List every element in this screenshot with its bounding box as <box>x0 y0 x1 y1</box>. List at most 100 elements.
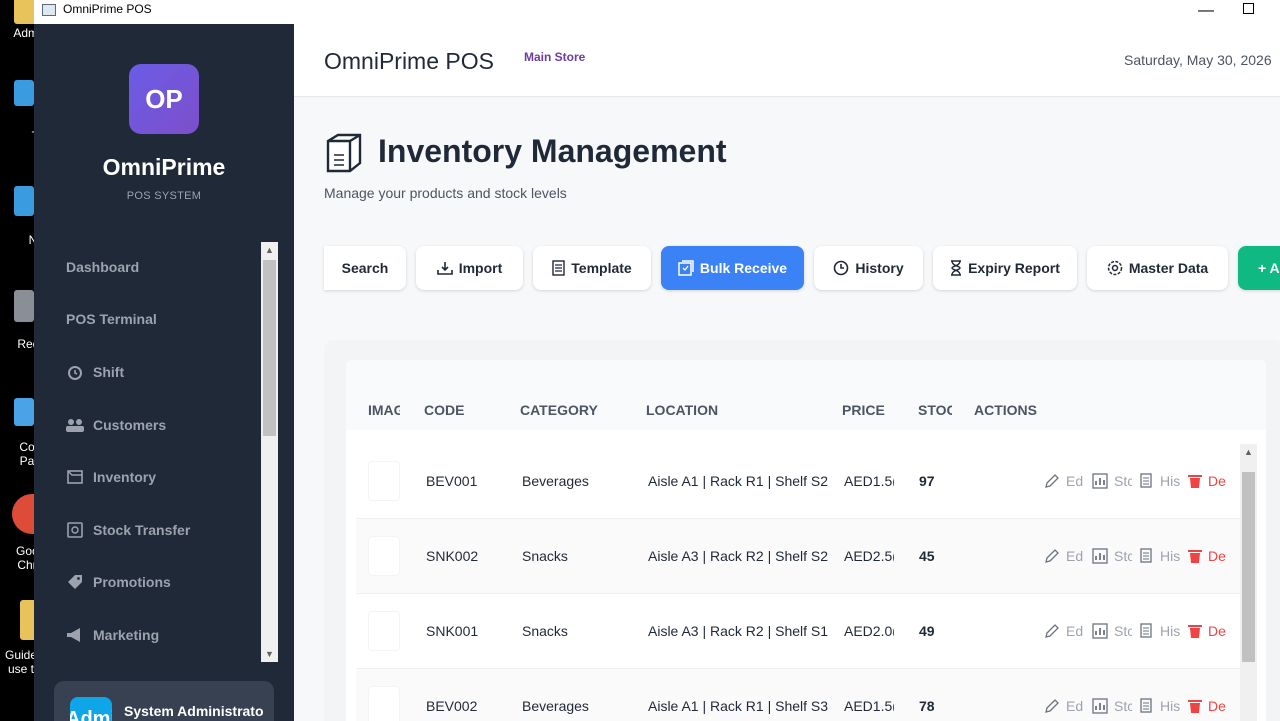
action-label: Edi <box>1066 548 1084 564</box>
button-label: Bulk Receive <box>699 260 788 276</box>
history-action[interactable]: His <box>1140 623 1180 639</box>
history-button[interactable]: History <box>814 246 923 290</box>
brand-subtitle: POS SYSTEM <box>126 190 202 202</box>
table-row[interactable]: SNK002 Snacks Aisle A3 | Rack R2 | Shelf… <box>356 519 1240 594</box>
delete-action[interactable]: De <box>1188 548 1232 564</box>
sidebar-scrollbar[interactable]: ▲ ▼ <box>261 242 278 662</box>
product-image <box>368 686 400 721</box>
desktop-icon-admin[interactable]: Admi <box>0 0 34 90</box>
chart-icon <box>1092 623 1108 639</box>
desktop-icon-recycle[interactable]: Recy <box>0 290 34 380</box>
stock-action[interactable]: Stc <box>1092 548 1132 564</box>
sidebar-item-label: Dashboard <box>66 259 140 275</box>
desktop-strip: Admi Thi Net Recy Co Pa Goo Chr Guide us… <box>0 0 34 721</box>
sidebar-item-pos-terminal[interactable]: POS Terminal <box>66 304 157 334</box>
history-action[interactable]: His <box>1140 698 1180 714</box>
column-header-price[interactable]: PRICE <box>842 402 885 418</box>
document-icon <box>1140 623 1154 639</box>
package-icon <box>324 133 366 173</box>
master-data-button[interactable]: Master Data <box>1087 246 1228 290</box>
inventory-table: IMAG CODE CATEGORY LOCATION PRICE STOC A… <box>346 360 1266 721</box>
app-title: OmniPrime POS <box>324 48 494 74</box>
computer-icon <box>14 80 34 106</box>
delete-action[interactable]: De <box>1188 623 1232 639</box>
scroll-down-arrow-icon[interactable]: ▼ <box>261 646 278 662</box>
title-bar: OmniPrime POS — <box>34 0 1280 24</box>
desktop-icon-label: Co Pa <box>19 440 34 468</box>
desktop-icon-label: Goo Chr <box>16 544 34 572</box>
maximize-button[interactable] <box>1243 3 1254 14</box>
pencil-icon <box>1044 623 1060 639</box>
column-header-image[interactable]: IMAG <box>368 402 400 418</box>
sidebar-item-dashboard[interactable]: Dashboard <box>66 252 139 282</box>
sidebar-item-shift[interactable]: Shift <box>66 357 124 387</box>
table-row[interactable]: BEV002 Beverages Aisle A1 | Rack R1 | Sh… <box>356 669 1240 721</box>
delete-action[interactable]: De <box>1188 473 1232 489</box>
table-scrollbar[interactable]: ▲ ▼ <box>1240 444 1257 721</box>
product-stock: 97 <box>919 473 935 489</box>
stock-action[interactable]: Stc <box>1092 623 1132 639</box>
add-product-button[interactable]: + A <box>1238 246 1280 290</box>
import-button[interactable]: Import <box>416 246 523 290</box>
desktop-icon-guide[interactable]: Guide use t <box>0 600 34 690</box>
action-label: De <box>1208 698 1226 714</box>
sidebar-item-inventory[interactable]: Inventory <box>66 462 156 492</box>
desktop-icon-network[interactable]: Net <box>0 186 34 276</box>
stock-action[interactable]: Stc <box>1092 698 1132 714</box>
delete-action[interactable]: De <box>1188 698 1232 714</box>
sidebar-item-label: Stock Transfer <box>93 522 191 538</box>
sidebar-item-marketing[interactable]: Marketing <box>66 620 159 650</box>
product-code: SNK002 <box>426 548 479 564</box>
scroll-up-arrow-icon[interactable]: ▲ <box>261 242 278 258</box>
product-location: Aisle A3 | Rack R2 | Shelf S2 <box>648 548 828 564</box>
template-button[interactable]: Template <box>533 246 651 290</box>
table-row[interactable]: SNK001 Snacks Aisle A3 | Rack R2 | Shelf… <box>356 594 1240 669</box>
document-icon <box>552 260 565 276</box>
scrollbar-thumb[interactable] <box>263 260 276 436</box>
history-action[interactable]: His <box>1140 473 1180 489</box>
action-label: His <box>1160 473 1180 489</box>
sidebar: OP OmniPrime POS SYSTEM Dashboard POS Te… <box>34 24 294 721</box>
scrollbar-thumb[interactable] <box>1242 472 1255 662</box>
product-category: Snacks <box>522 623 568 639</box>
search-button[interactable]: Search <box>324 246 406 290</box>
users-icon <box>66 416 84 434</box>
sidebar-item-stock-transfer[interactable]: Stock Transfer <box>66 515 190 545</box>
sidebar-item-customers[interactable]: Customers <box>66 410 166 440</box>
product-stock: 49 <box>919 623 935 639</box>
box-icon <box>66 468 84 486</box>
desktop-icon-this-pc[interactable]: Thi <box>0 80 34 170</box>
sidebar-item-promotions[interactable]: Promotions <box>66 567 171 597</box>
desktop-icon-chrome[interactable]: Goo Chr <box>0 494 34 584</box>
stock-action[interactable]: Stc <box>1092 473 1132 489</box>
scroll-up-arrow-icon[interactable]: ▲ <box>1240 444 1257 460</box>
edit-action[interactable]: Edi <box>1044 473 1084 489</box>
expiry-report-button[interactable]: Expiry Report <box>933 246 1077 290</box>
product-code: SNK001 <box>426 623 479 639</box>
document-icon <box>20 600 34 640</box>
user-name: System Administrator <box>124 703 264 719</box>
avatar: Admi <box>70 697 112 721</box>
column-header-location[interactable]: LOCATION <box>646 402 718 418</box>
history-action[interactable]: His <box>1140 548 1180 564</box>
product-location: Aisle A3 | Rack R2 | Shelf S1 <box>648 623 828 639</box>
minimize-button[interactable]: — <box>1198 2 1214 20</box>
gear-icon <box>1107 260 1123 276</box>
edit-action[interactable]: Edi <box>1044 548 1084 564</box>
action-label: Edi <box>1066 698 1084 714</box>
store-badge[interactable]: Main Store <box>524 50 585 64</box>
column-header-code[interactable]: CODE <box>424 402 464 418</box>
user-profile-card[interactable]: Admi System Administrator <box>54 681 274 721</box>
column-header-category[interactable]: CATEGORY <box>520 402 598 418</box>
bulk-receive-button[interactable]: Bulk Receive <box>661 246 804 290</box>
edit-action[interactable]: Edi <box>1044 698 1084 714</box>
app-window: OmniPrime POS — OP OmniPrime POS SYSTEM … <box>34 0 1280 721</box>
desktop-icon-control-panel[interactable]: Co Pa <box>0 398 34 488</box>
edit-action[interactable]: Edi <box>1044 623 1084 639</box>
column-header-stock[interactable]: STOC <box>918 402 952 418</box>
table-row[interactable]: BEV001 Beverages Aisle A1 | Rack R1 | Sh… <box>356 444 1240 519</box>
megaphone-icon <box>66 626 84 644</box>
import-icon <box>436 261 453 275</box>
folder-icon <box>14 0 34 24</box>
product-location: Aisle A1 | Rack R1 | Shelf S3 <box>648 698 828 714</box>
